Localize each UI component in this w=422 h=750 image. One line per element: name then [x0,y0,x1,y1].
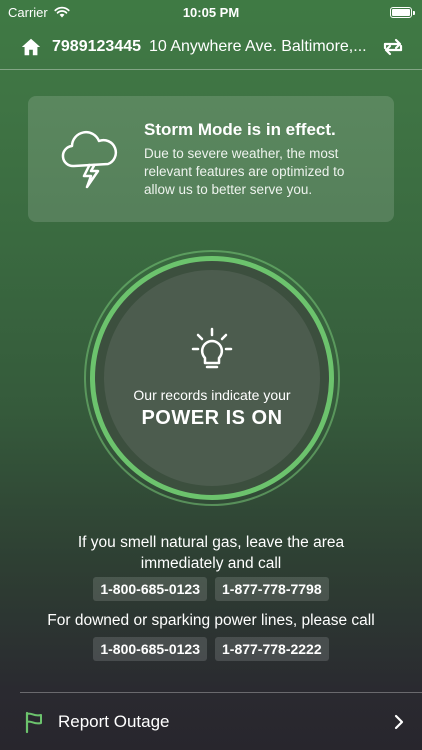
flag-icon [25,711,42,733]
storm-cloud-icon [61,130,118,189]
power-lines-phone-2[interactable]: 1-877-778-2222 [215,637,329,661]
storm-mode-card: Storm Mode is in effect. Due to severe w… [28,96,394,222]
power-status-ring: Our records indicate your POWER IS ON [84,250,340,506]
storm-message: Due to severe weather, the most relevant… [144,145,345,197]
power-lines-phone-1[interactable]: 1-800-685-0123 [93,637,207,661]
power-status-text: POWER IS ON [141,406,283,429]
report-outage-label: Report Outage [58,711,170,731]
gas-phone-row: 1-800-685-0123 1-877-778-7798 [0,577,422,601]
records-text: Our records indicate your [133,386,291,403]
account-number: 7989123445 [52,37,141,55]
lightbulb-icon [191,327,233,368]
power-lines-phone-row: 1-800-685-0123 1-877-778-2222 [0,637,422,661]
report-outage-row[interactable]: Report Outage [20,692,422,750]
storm-title: Storm Mode is in effect. [144,119,336,139]
account-address: 10 Anywhere Ave. Baltimore,... [148,37,367,55]
chevron-right-icon [394,714,404,729]
wifi-icon [54,6,70,18]
switch-account-icon[interactable] [380,34,406,60]
status-bar: Carrier 10:05 PM [0,0,422,24]
home-icon [21,38,41,55]
battery-icon [390,6,415,18]
carrier-label: Carrier [8,4,48,20]
power-lines-text: For downed or sparking power lines, plea… [47,612,375,629]
gas-warning-text: If you smell natural gas, leave the area… [77,534,345,572]
gas-phone-2[interactable]: 1-877-778-7798 [215,577,329,601]
gas-phone-1[interactable]: 1-800-685-0123 [93,577,207,601]
account-header[interactable]: 7989123445 10 Anywhere Ave. Baltimore,..… [0,24,422,70]
